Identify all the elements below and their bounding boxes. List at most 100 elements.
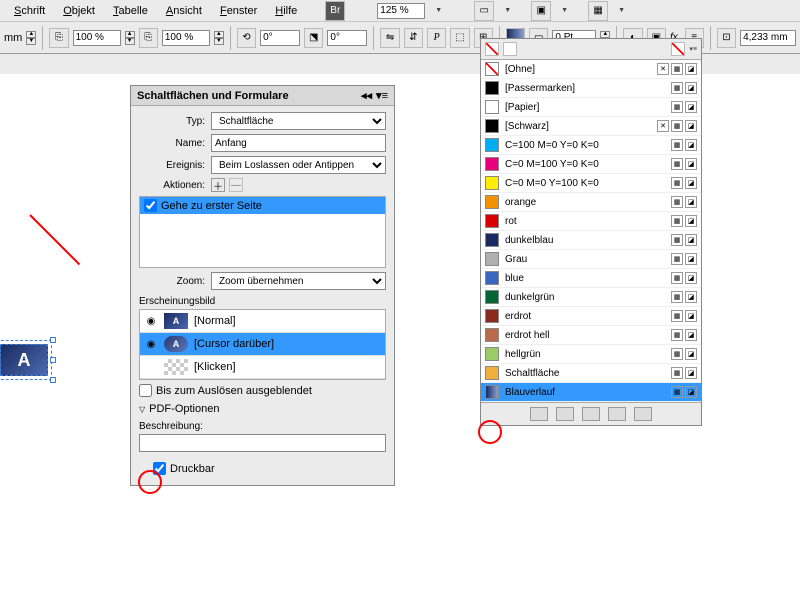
dropdown-icon[interactable]: ▼ <box>496 5 519 16</box>
swatch-chip <box>485 385 499 399</box>
fit-frame-icon[interactable]: ⊡ <box>717 28 736 48</box>
zoom-dropdown-icon[interactable]: ▼ <box>427 5 450 16</box>
menu-ansicht[interactable]: Ansicht <box>158 3 210 19</box>
none-icon[interactable] <box>671 42 685 56</box>
swatch-row[interactable]: erdrot hell▦◪ <box>481 326 701 345</box>
menu-objekt[interactable]: Objekt <box>55 3 103 19</box>
action-check[interactable] <box>144 199 157 212</box>
zoom-select[interactable]: Zoom übernehmen <box>211 272 386 290</box>
shear-input[interactable] <box>327 30 367 46</box>
swatch-row[interactable]: [Passermarken]▦◪ <box>481 79 701 98</box>
swatch-row[interactable]: blue▦◪ <box>481 269 701 288</box>
select-container-icon[interactable]: ⬚ <box>450 28 469 48</box>
stroke-swatch-icon[interactable] <box>503 42 517 56</box>
swatch-row[interactable]: C=100 M=0 Y=0 K=0▦◪ <box>481 136 701 155</box>
state-thumb: A <box>164 336 188 352</box>
rotate-icon[interactable]: ⟲ <box>237 28 256 48</box>
swatches-list[interactable]: [Ohne]✕▦◪[Passermarken]▦◪[Papier]▦◪[Schw… <box>481 60 701 402</box>
right-num-input[interactable] <box>740 30 796 46</box>
pdf-options-section[interactable]: PDF-Optionen <box>139 403 386 415</box>
swatch-row[interactable]: Schaltfläche▦◪ <box>481 364 701 383</box>
colortype-icon: ◪ <box>685 196 697 208</box>
name-input[interactable] <box>211 134 386 152</box>
swatch-name: dunkelgrün <box>505 292 665 303</box>
none-swatch-icon[interactable] <box>485 42 499 56</box>
swatch-row[interactable]: dunkelgrün▦◪ <box>481 288 701 307</box>
visibility-icon[interactable]: ◉ <box>144 316 158 327</box>
colormode-icon: ▦ <box>671 120 683 132</box>
swatch-row[interactable]: [Ohne]✕▦◪ <box>481 60 701 79</box>
panel-collapse-icon[interactable]: ◂◂ <box>361 89 372 102</box>
swatch-row[interactable]: orange▦◪ <box>481 193 701 212</box>
colormode-icon: ▦ <box>671 158 683 170</box>
swatch-row[interactable]: [Papier]▦◪ <box>481 98 701 117</box>
hidden-until-trigger-check[interactable] <box>139 384 152 397</box>
bridge-icon[interactable]: Br <box>325 1 345 21</box>
screen-mode-icon[interactable]: ▣ <box>531 1 551 21</box>
dropdown-icon[interactable]: ▼ <box>553 5 576 16</box>
paragraph-icon[interactable]: P <box>427 28 446 48</box>
swatch-chip <box>485 233 499 247</box>
action-item[interactable]: Gehe zu erster Seite <box>140 197 385 214</box>
state-click[interactable]: [Klicken] <box>140 356 385 379</box>
druckbar-check[interactable] <box>153 462 166 475</box>
menu-hilfe[interactable]: Hilfe <box>267 3 305 19</box>
panel-menu-icon[interactable]: ▾≡ <box>689 45 697 53</box>
swatch-row[interactable]: [Schwarz]✕▦◪ <box>481 117 701 136</box>
colortype-icon: ◪ <box>685 291 697 303</box>
ereignis-select[interactable]: Beim Loslassen oder Antippen <box>211 156 386 174</box>
colortype-icon: ◪ <box>685 158 697 170</box>
colortype-icon: ◪ <box>685 234 697 246</box>
remove-action-icon[interactable]: — <box>229 178 243 192</box>
zoom-input[interactable] <box>377 3 425 19</box>
swatch-row[interactable]: C=0 M=100 Y=0 K=0▦◪ <box>481 155 701 174</box>
typ-select[interactable]: Schaltfläche <box>211 112 386 130</box>
unit-label: mm <box>4 32 22 44</box>
swatch-name: Grau <box>505 254 665 265</box>
shear-icon[interactable]: ⬔ <box>304 28 323 48</box>
buttons-forms-panel: Schaltflächen und Formulare ◂◂ ▾≡ Typ: Sc… <box>130 85 395 486</box>
scale-y-input[interactable] <box>162 30 210 46</box>
swatch-name: erdrot hell <box>505 330 665 341</box>
beschreibung-input[interactable] <box>139 434 386 452</box>
swatch-name: rot <box>505 216 665 227</box>
show-color-icon[interactable] <box>556 407 574 421</box>
visibility-icon[interactable]: ◉ <box>144 339 158 350</box>
state-rollover[interactable]: ◉A[Cursor darüber] <box>140 333 385 356</box>
swatch-row[interactable]: Grau▦◪ <box>481 250 701 269</box>
rotation-input[interactable] <box>260 30 300 46</box>
swatch-chip <box>485 252 499 266</box>
view-mode-icon[interactable]: ▭ <box>474 1 494 21</box>
menu-tabelle[interactable]: Tabelle <box>105 3 156 19</box>
typ-label: Typ: <box>139 116 205 127</box>
swatch-row[interactable]: hellgrün▦◪ <box>481 345 701 364</box>
state-normal[interactable]: ◉A[Normal] <box>140 310 385 333</box>
add-action-icon[interactable]: ＋ <box>211 178 225 192</box>
button-object-a[interactable]: A <box>0 344 48 376</box>
scale-x-input[interactable] <box>73 30 121 46</box>
delete-swatch-icon[interactable] <box>634 407 652 421</box>
state-thumb <box>164 359 188 375</box>
swatch-row[interactable]: rot▦◪ <box>481 212 701 231</box>
swatch-row[interactable]: C=0 M=0 Y=100 K=0▦◪ <box>481 174 701 193</box>
colormode-icon: ▦ <box>671 367 683 379</box>
link-icon[interactable]: ⎘ <box>139 28 158 48</box>
show-all-icon[interactable] <box>530 407 548 421</box>
swatch-row[interactable]: Blauverlauf▦◪ <box>481 383 701 402</box>
swatches-footer <box>481 402 701 425</box>
menu-schrift[interactable]: Schrift <box>6 3 53 19</box>
menu-fenster[interactable]: Fenster <box>212 3 265 19</box>
dropdown-icon[interactable]: ▼ <box>610 5 633 16</box>
swatch-row[interactable]: erdrot▦◪ <box>481 307 701 326</box>
actions-list[interactable]: Gehe zu erster Seite <box>139 196 386 268</box>
panel-titlebar[interactable]: Schaltflächen und Formulare ◂◂ ▾≡ <box>131 86 394 106</box>
show-gradient-icon[interactable] <box>582 407 600 421</box>
flip-v-icon[interactable]: ⇵ <box>404 28 423 48</box>
colortype-icon: ◪ <box>685 348 697 360</box>
flip-h-icon[interactable]: ⇋ <box>380 28 399 48</box>
arrange-icon[interactable]: ▦ <box>588 1 608 21</box>
link-icon[interactable]: ⎘ <box>49 28 68 48</box>
swatch-row[interactable]: dunkelblau▦◪ <box>481 231 701 250</box>
new-swatch-icon[interactable] <box>608 407 626 421</box>
panel-menu-icon[interactable]: ▾≡ <box>376 89 388 102</box>
